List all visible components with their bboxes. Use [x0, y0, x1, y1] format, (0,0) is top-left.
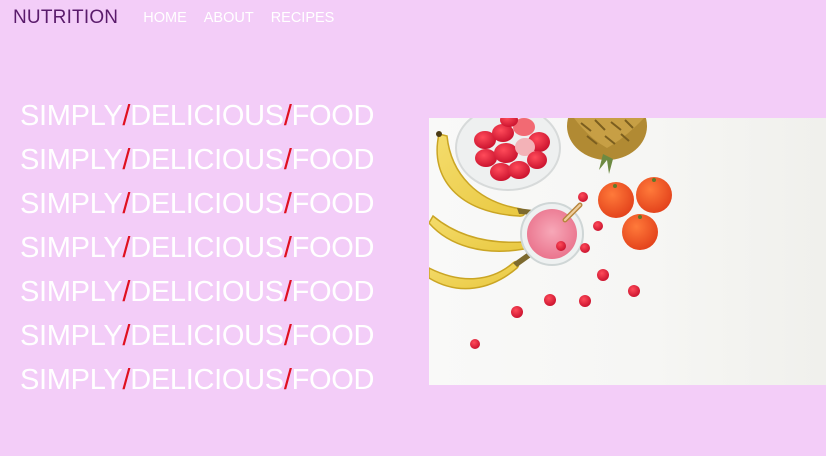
hero-fruit-photo: [429, 118, 826, 385]
hero-tagline-line: SIMPLY/DELICIOUS/FOOD: [20, 98, 374, 142]
tagline-word-simply: SIMPLY: [20, 100, 123, 132]
tagline-word-food: FOOD: [291, 276, 375, 308]
tagline-slash: /: [283, 364, 292, 396]
hero-tagline-list: SIMPLY/DELICIOUS/FOOD SIMPLY/DELICIOUS/F…: [20, 98, 374, 406]
hero-tagline-line: SIMPLY/DELICIOUS/FOOD: [20, 318, 374, 362]
hero-tagline-line: SIMPLY/DELICIOUS/FOOD: [20, 362, 374, 406]
tagline-word-delicious: DELICIOUS: [130, 276, 284, 308]
nav-link-home[interactable]: HOME: [143, 6, 187, 30]
tagline-word-food: FOOD: [291, 232, 375, 264]
tagline-slash: /: [283, 320, 292, 352]
tagline-word-delicious: DELICIOUS: [130, 364, 284, 396]
brand-logo-link[interactable]: NUTRITION: [13, 6, 118, 30]
hero-tagline-line: SIMPLY/DELICIOUS/FOOD: [20, 186, 374, 230]
tagline-word-simply: SIMPLY: [20, 276, 123, 308]
tagline-word-delicious: DELICIOUS: [130, 232, 284, 264]
tagline-word-food: FOOD: [291, 100, 375, 132]
tagline-word-food: FOOD: [291, 188, 375, 220]
hero-tagline-line: SIMPLY/DELICIOUS/FOOD: [20, 230, 374, 274]
tagline-word-simply: SIMPLY: [20, 144, 123, 176]
hero-tagline-line: SIMPLY/DELICIOUS/FOOD: [20, 274, 374, 318]
tagline-word-simply: SIMPLY: [20, 232, 123, 264]
tagline-slash: /: [283, 144, 292, 176]
hero-tagline-line: SIMPLY/DELICIOUS/FOOD: [20, 142, 374, 186]
tagline-word-food: FOOD: [291, 364, 375, 396]
fruit-smoothie-illustration: [429, 118, 826, 385]
nav-link-recipes[interactable]: RECIPES: [271, 6, 335, 30]
tagline-word-delicious: DELICIOUS: [130, 100, 284, 132]
tagline-word-food: FOOD: [291, 320, 375, 352]
top-navigation: NUTRITION HOME ABOUT RECIPES: [13, 6, 351, 30]
tagline-word-delicious: DELICIOUS: [130, 188, 284, 220]
tagline-word-simply: SIMPLY: [20, 188, 123, 220]
tagline-word-delicious: DELICIOUS: [130, 320, 284, 352]
tagline-slash: /: [283, 276, 292, 308]
nav-link-about[interactable]: ABOUT: [204, 6, 254, 30]
tagline-word-simply: SIMPLY: [20, 320, 123, 352]
tagline-word-delicious: DELICIOUS: [130, 144, 284, 176]
smoothie-glass: [520, 202, 584, 266]
tagline-slash: /: [283, 100, 292, 132]
tagline-word-simply: SIMPLY: [20, 364, 123, 396]
tagline-slash: /: [283, 232, 292, 264]
tagline-slash: /: [283, 188, 292, 220]
tagline-word-food: FOOD: [291, 144, 375, 176]
